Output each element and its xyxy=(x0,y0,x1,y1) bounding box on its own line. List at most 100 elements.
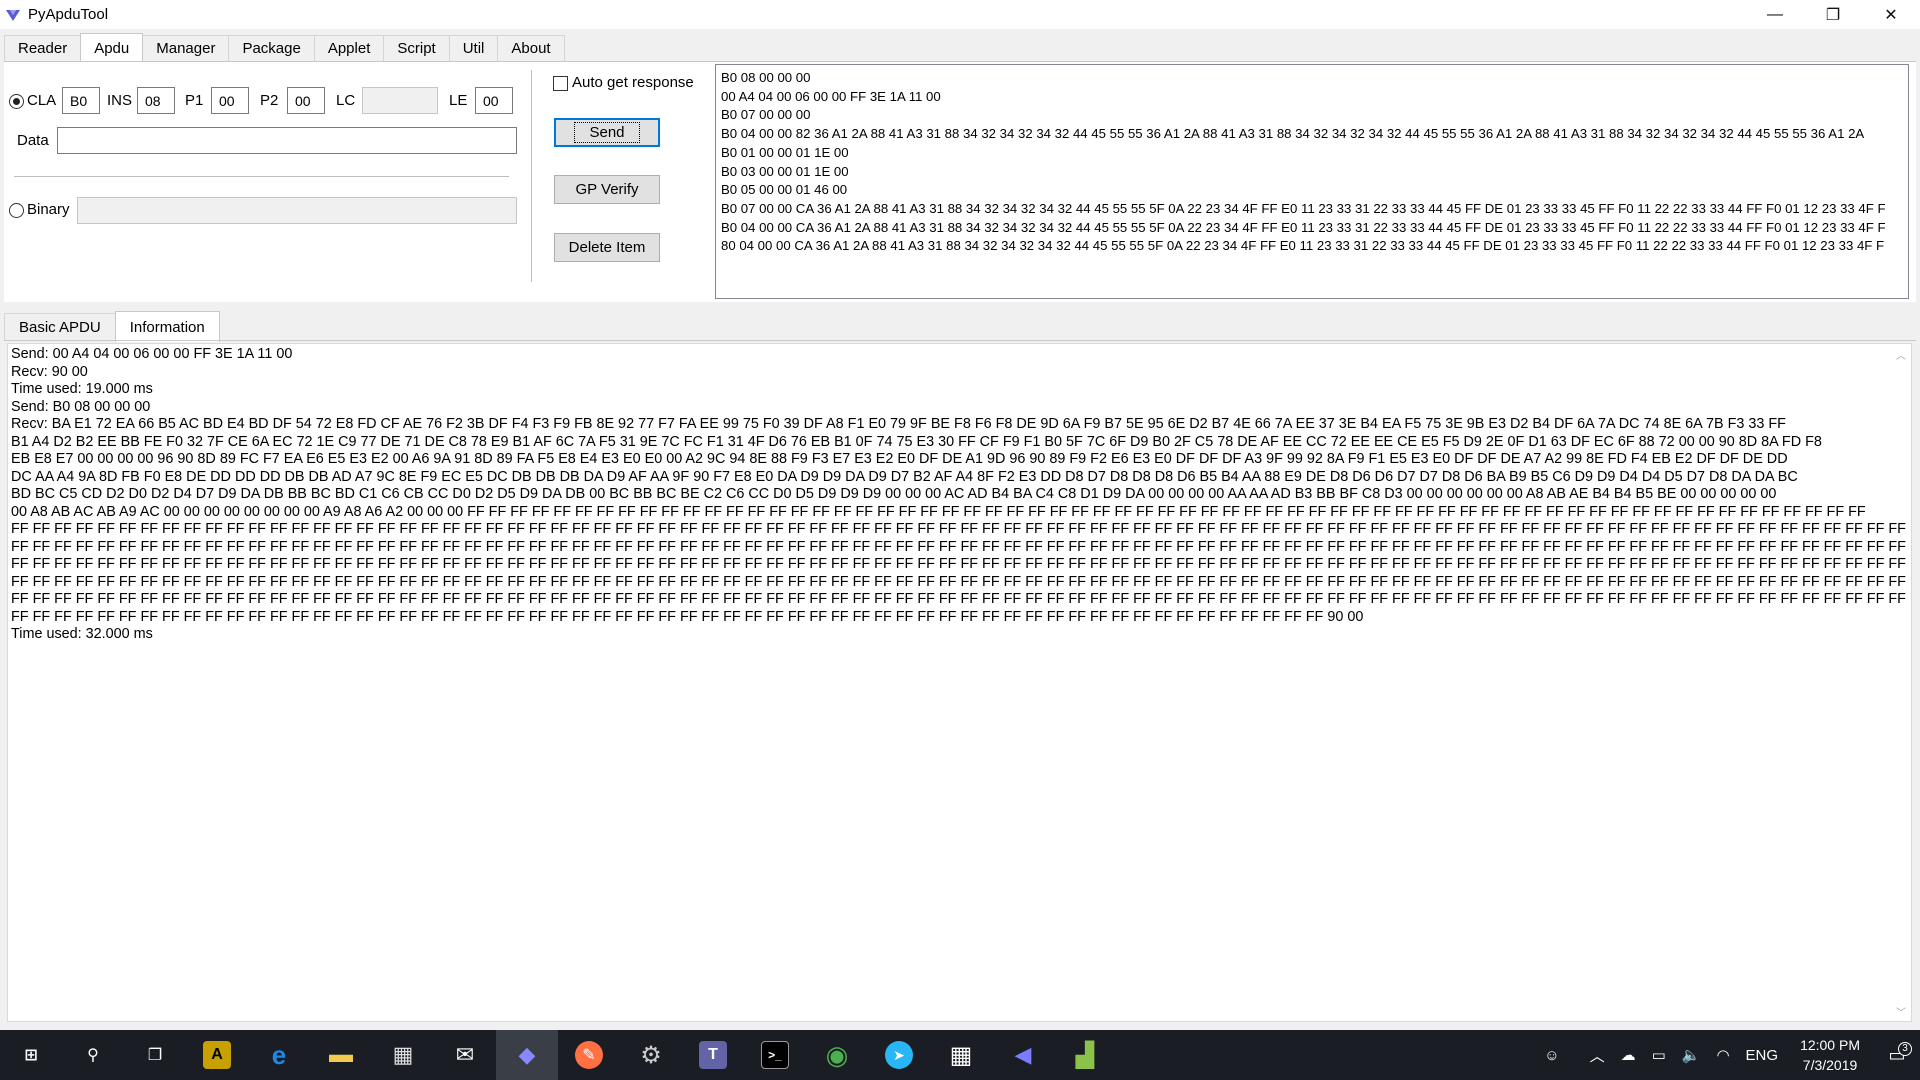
taskbar-settings-app[interactable]: ⚙ xyxy=(620,1030,682,1080)
lower-tab-panel-border xyxy=(4,340,1916,341)
log-line: 00 A8 AB AC AB A9 AC 00 00 00 00 00 00 0… xyxy=(11,503,1866,520)
battery-icon[interactable]: ▭ xyxy=(1644,1046,1674,1064)
log-line: Send: B0 08 00 00 00 xyxy=(11,398,151,415)
log-line: EB E8 E7 00 00 00 00 96 90 8D 89 FC F7 E… xyxy=(11,451,1788,467)
language-indicator[interactable]: ENG xyxy=(1738,1047,1787,1064)
taskbar-store[interactable]: ▦ xyxy=(372,1030,434,1080)
onedrive-icon[interactable]: ☁ xyxy=(1613,1046,1644,1064)
cla-input[interactable]: B0 xyxy=(62,87,100,114)
p2-input[interactable]: 00 xyxy=(287,87,325,114)
list-item[interactable]: B0 04 00 00 CA 36 A1 2A 88 41 A3 31 88 3… xyxy=(721,219,1908,238)
task-view-button[interactable]: ❐ xyxy=(124,1030,186,1080)
lc-label: LC xyxy=(336,92,356,109)
telegram-icon: ➤ xyxy=(885,1041,913,1069)
system-tray: ☺ ︿ ☁ ▭ 🔈 ◠ ENG 12:00 PM 7/3/2019 ▭ 3 xyxy=(1536,1030,1920,1080)
tab-reader[interactable]: Reader xyxy=(4,35,82,61)
list-item[interactable]: B0 01 00 00 01 1E 00 xyxy=(721,144,1908,163)
list-item[interactable]: B0 07 00 00 00 xyxy=(721,106,1908,125)
log-line: Send: 00 A4 04 00 06 00 00 FF 3E 1A 11 0… xyxy=(11,346,293,362)
restore-button[interactable]: ❐ xyxy=(1804,0,1862,29)
taskbar-pyapdutool[interactable]: ◆ xyxy=(496,1030,558,1080)
title-bar: PyApduTool — ❐ ✕ xyxy=(0,0,1920,29)
tab-util[interactable]: Util xyxy=(448,35,499,61)
clock[interactable]: 12:00 PM 7/3/2019 xyxy=(1786,1035,1874,1075)
volume-icon[interactable]: 🔈 xyxy=(1674,1046,1709,1064)
tab-apdu[interactable]: Apdu xyxy=(80,33,144,62)
taskbar-chrome[interactable]: ◉ xyxy=(806,1030,868,1080)
taskbar-file-explorer[interactable]: ▬ xyxy=(310,1030,372,1080)
list-item[interactable]: B0 07 00 00 CA 36 A1 2A 88 41 A3 31 88 3… xyxy=(721,200,1908,219)
taskbar-calculator[interactable]: ▦ xyxy=(930,1030,992,1080)
teams-icon: T xyxy=(699,1041,727,1069)
taskbar-telegram[interactable]: ➤ xyxy=(868,1030,930,1080)
mail-icon: ✉ xyxy=(455,1042,475,1067)
tab-manager[interactable]: Manager xyxy=(142,35,230,61)
taskbar-app-chart[interactable]: ▟ xyxy=(1054,1030,1116,1080)
search-icon: ⚲ xyxy=(87,1047,99,1064)
start-button[interactable]: ⊞ xyxy=(0,1030,62,1080)
le-input[interactable]: 00 xyxy=(475,87,513,114)
tab-applet[interactable]: Applet xyxy=(313,35,385,61)
wifi-icon[interactable]: ◠ xyxy=(1708,1046,1737,1064)
taskbar-app-feather[interactable]: ✎ xyxy=(558,1030,620,1080)
list-item[interactable]: B0 08 00 00 00 xyxy=(721,69,1908,88)
people-icon[interactable]: ☺ xyxy=(1536,1047,1567,1064)
p1-input[interactable]: 00 xyxy=(211,87,249,114)
command-history-list[interactable]: B0 08 00 00 00 00 A4 04 00 06 00 00 FF 3… xyxy=(715,64,1909,299)
taskbar-teams[interactable]: T xyxy=(682,1030,744,1080)
chart-app-icon: ▟ xyxy=(1075,1041,1095,1069)
taskbar-mail[interactable]: ✉ xyxy=(434,1030,496,1080)
app-icon: A xyxy=(203,1041,231,1069)
tab-basic-apdu[interactable]: Basic APDU xyxy=(4,313,116,341)
lc-input[interactable] xyxy=(362,87,438,114)
log-line: Recv: 90 00 xyxy=(11,363,88,380)
tab-script[interactable]: Script xyxy=(383,35,450,61)
binary-radio[interactable] xyxy=(9,203,24,218)
output-log[interactable]: Send: 00 A4 04 00 06 00 00 FF 3E 1A 11 0… xyxy=(7,343,1912,1022)
data-input[interactable] xyxy=(57,127,517,154)
task-view-icon: ❐ xyxy=(147,1047,163,1064)
list-item[interactable]: B0 04 00 00 82 36 A1 2A 88 41 A3 31 88 3… xyxy=(721,125,1908,144)
close-button[interactable]: ✕ xyxy=(1862,0,1920,29)
taskbar-app-arrow[interactable]: ◀ xyxy=(992,1030,1054,1080)
ins-input[interactable]: 08 xyxy=(137,87,175,114)
send-button[interactable]: Send xyxy=(554,118,660,147)
tab-about[interactable]: About xyxy=(497,35,565,61)
data-label: Data xyxy=(17,132,49,149)
log-line: FF FF FF FF FF FF FF FF FF FF FF FF FF F… xyxy=(11,521,1912,537)
search-button[interactable]: ⚲ xyxy=(62,1030,124,1080)
minimize-button[interactable]: — xyxy=(1746,0,1804,29)
log-line: B1 A4 D2 B2 EE BB FE F0 32 7F CE 6A EC 7… xyxy=(11,433,1822,450)
log-line: Recv: BA E1 72 EA 66 B5 AC BD E4 BD DF 5… xyxy=(11,416,1786,432)
tab-package[interactable]: Package xyxy=(228,35,315,61)
clock-time: 12:00 PM xyxy=(1800,1037,1860,1053)
tab-information[interactable]: Information xyxy=(114,311,220,342)
log-line: DC AA A4 9A 8D FB F0 E8 DE DD DD DD DB D… xyxy=(11,468,1798,485)
gear-icon: ⚙ xyxy=(640,1041,662,1069)
cla-radio[interactable] xyxy=(9,94,24,109)
scroll-up-arrow-icon[interactable]: ︿ xyxy=(1895,348,1907,362)
log-line: Time used: 19.000 ms xyxy=(11,381,153,397)
auto-get-response-checkbox[interactable] xyxy=(553,76,568,91)
binary-label: Binary xyxy=(27,201,70,218)
scroll-down-arrow-icon[interactable]: ﹀ xyxy=(1895,1005,1907,1019)
delete-item-button[interactable]: Delete Item xyxy=(554,233,660,262)
send-button-label: Send xyxy=(574,122,640,143)
list-item[interactable]: 00 A4 04 00 06 00 00 FF 3E 1A 11 00 xyxy=(721,88,1908,107)
taskbar-app-1[interactable]: A xyxy=(186,1030,248,1080)
list-item[interactable]: 80 04 00 00 CA 36 A1 2A 88 41 A3 31 88 3… xyxy=(721,237,1908,256)
log-line: FF FF FF FF FF FF FF FF FF FF FF FF FF F… xyxy=(11,608,1364,625)
log-line: FF FF FF FF FF FF FF FF FF FF FF FF FF F… xyxy=(11,591,1912,607)
binary-input[interactable] xyxy=(77,197,517,224)
action-center-button[interactable]: ▭ 3 xyxy=(1874,1041,1920,1066)
taskbar-terminal[interactable]: >_ xyxy=(744,1030,806,1080)
show-hidden-icons-chevron-icon[interactable]: ︿ xyxy=(1582,1045,1613,1066)
gp-verify-button[interactable]: GP Verify xyxy=(554,175,660,204)
window-title: PyApduTool xyxy=(28,6,109,23)
list-item[interactable]: B0 03 00 00 01 1E 00 xyxy=(721,163,1908,182)
chrome-icon: ◉ xyxy=(825,1039,849,1070)
taskbar-edge[interactable]: e xyxy=(248,1030,310,1080)
edge-icon: e xyxy=(271,1039,287,1070)
clock-date: 7/3/2019 xyxy=(1802,1057,1858,1073)
list-item[interactable]: B0 05 00 00 01 46 00 xyxy=(721,181,1908,200)
